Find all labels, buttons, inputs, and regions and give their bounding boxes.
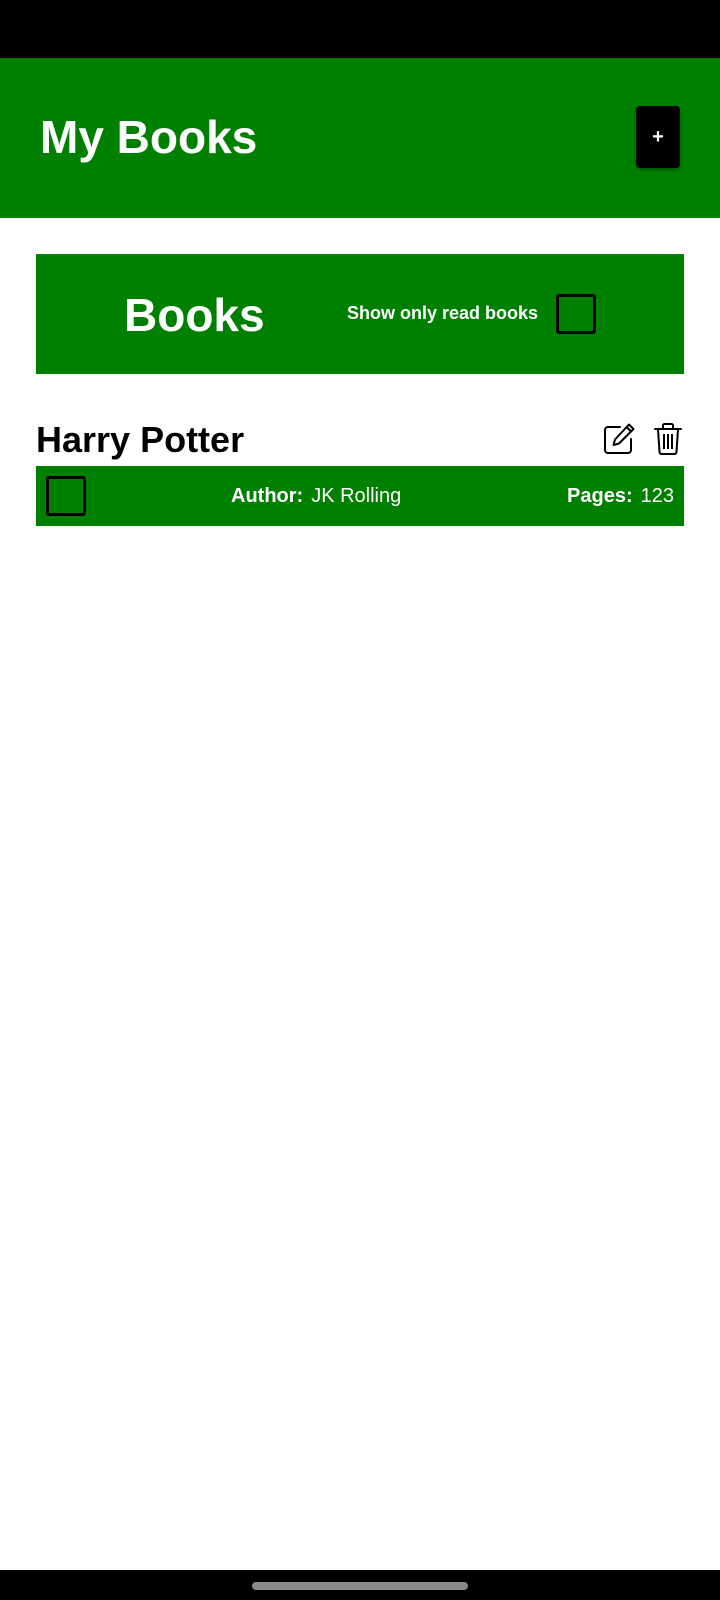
book-details-row: Author: JK Rolling Pages: 123 (36, 466, 684, 526)
author-field: Author: JK Rolling (231, 486, 401, 506)
pages-label: Pages: (567, 485, 633, 507)
navigation-bar (0, 1570, 720, 1600)
pages-field: Pages: 123 (567, 486, 674, 506)
read-filter-checkbox[interactable] (556, 294, 596, 334)
section-title: Books (124, 289, 265, 341)
trash-icon[interactable] (652, 422, 684, 456)
add-book-button[interactable]: + (636, 106, 680, 168)
pages-value: 123 (640, 485, 674, 507)
author-label: Author: (231, 485, 304, 507)
author-value: JK Rolling (311, 485, 402, 507)
read-filter-label: Show only read books (347, 303, 539, 323)
books-filter-bar: Books Show only read books (36, 254, 684, 374)
app-header: My Books + (0, 58, 720, 218)
page-title: My Books (40, 111, 258, 163)
edit-icon[interactable] (602, 422, 636, 456)
gesture-handle[interactable] (252, 1582, 468, 1590)
status-bar (0, 0, 720, 58)
book-title: Harry Potter (36, 419, 245, 460)
book-read-checkbox[interactable] (46, 476, 86, 516)
